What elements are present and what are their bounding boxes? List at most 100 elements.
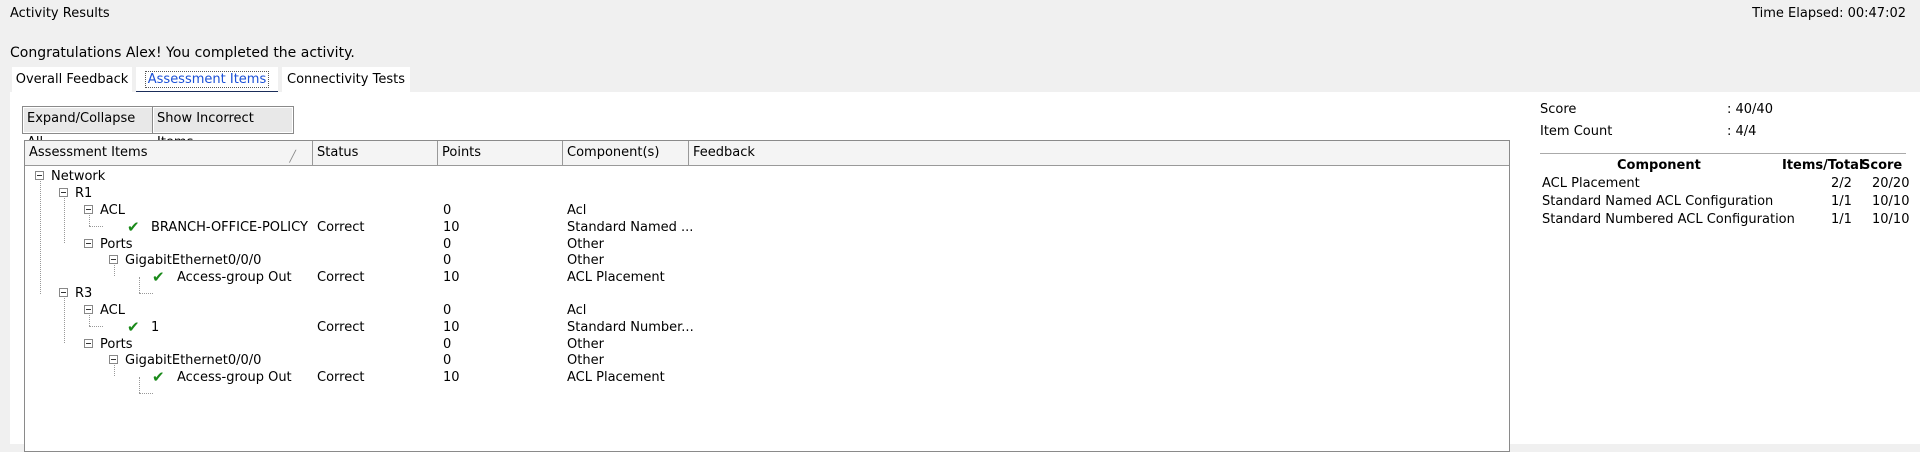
tree-row[interactable]: ✔ Access-group Out Correct 10 ACL Placem… [25, 369, 1509, 386]
collapse-icon[interactable] [109, 355, 118, 364]
completion-message: Congratulations Alex! You completed the … [10, 45, 355, 61]
points-cell: 0 [443, 253, 452, 268]
points-cell: 10 [443, 270, 460, 285]
collapse-icon[interactable] [59, 288, 68, 297]
status-cell: Correct [317, 320, 365, 335]
tab-assessment-items[interactable]: Assessment Items [136, 67, 278, 95]
component-cell: ACL Placement [567, 370, 665, 385]
tab-label: Assessment Items [144, 71, 270, 88]
show-incorrect-items-button[interactable]: Show Incorrect Items [152, 106, 294, 150]
tree-row[interactable]: ✔ 1 Correct 10 Standard Number... [25, 319, 1509, 336]
collapse-icon[interactable] [35, 171, 44, 180]
item-name: R3 [75, 286, 93, 301]
column-label: Component(s) [567, 145, 660, 160]
tree-row[interactable]: ✔ Access-group Out Correct 10 ACL Placem… [25, 269, 1509, 286]
column-header-feedback[interactable]: Feedback [689, 141, 1509, 165]
column-header-assessment-items[interactable]: Assessment Items ╱ [25, 141, 313, 165]
points-cell: 10 [443, 370, 460, 385]
tree-row[interactable]: Network [25, 168, 1509, 185]
component-items: 2/2 [1831, 176, 1852, 191]
component-cell: Other [567, 353, 604, 368]
tree-row[interactable]: Ports 0 Other [25, 236, 1509, 253]
divider [1540, 153, 1906, 154]
tab-label: Connectivity Tests [287, 72, 405, 87]
component-cell: Other [567, 337, 604, 352]
component-score: 10/10 [1872, 212, 1910, 227]
tree-row[interactable]: ACL 0 Acl [25, 302, 1509, 319]
score-label: Score [1540, 102, 1577, 117]
time-elapsed: Time Elapsed: 00:47:02 [1752, 6, 1906, 21]
column-header-status[interactable]: Status [313, 141, 438, 165]
points-cell: 10 [443, 320, 460, 335]
component-cell: Acl [567, 203, 587, 218]
score-header: Score [1861, 158, 1903, 173]
collapse-icon[interactable] [59, 188, 68, 197]
tab-connectivity-tests[interactable]: Connectivity Tests [282, 67, 410, 92]
collapse-icon[interactable] [84, 305, 93, 314]
tree-row[interactable]: R3 [25, 285, 1509, 302]
expand-collapse-all-button[interactable]: Expand/Collapse All [22, 106, 154, 150]
item-name: Access-group Out [177, 370, 292, 385]
component-name: ACL Placement [1542, 176, 1640, 191]
status-cell: Correct [317, 270, 365, 285]
tree-row[interactable]: GigabitEthernet0/0/0 0 Other [25, 252, 1509, 269]
component-header: Component [1617, 158, 1701, 173]
tree-row[interactable]: ACL 0 Acl [25, 202, 1509, 219]
table-header: Assessment Items ╱ Status Points Componen… [25, 141, 1509, 166]
points-cell: 0 [443, 337, 452, 352]
component-cell: Standard Named ... [567, 220, 694, 235]
column-header-components[interactable]: Component(s) [563, 141, 689, 165]
collapse-icon[interactable] [109, 255, 118, 264]
item-name: Ports [100, 337, 133, 352]
points-cell: 0 [443, 237, 452, 252]
component-name: Standard Numbered ACL Configuration [1542, 212, 1795, 227]
checkmark-icon: ✔ [127, 218, 140, 236]
tree-row[interactable]: Ports 0 Other [25, 336, 1509, 353]
item-name: R1 [75, 186, 93, 201]
component-score: 20/20 [1872, 176, 1910, 191]
score-value: : 40/40 [1727, 102, 1773, 117]
component-cell: Acl [567, 303, 587, 318]
tree-row[interactable]: GigabitEthernet0/0/0 0 Other [25, 352, 1509, 369]
points-cell: 0 [443, 353, 452, 368]
item-name: 1 [151, 320, 160, 335]
component-cell: Other [567, 237, 604, 252]
points-cell: 10 [443, 220, 460, 235]
sort-icon: ╱ [289, 150, 296, 163]
collapse-icon[interactable] [84, 205, 93, 214]
status-cell: Correct [317, 370, 365, 385]
tab-overall-feedback[interactable]: Overall Feedback [12, 67, 132, 92]
item-count-label: Item Count [1540, 124, 1613, 139]
items-total-header: Items/Total [1782, 158, 1864, 173]
tab-label: Overall Feedback [15, 72, 129, 87]
collapse-icon[interactable] [84, 339, 93, 348]
column-label: Status [317, 145, 359, 160]
item-count-value: : 4/4 [1727, 124, 1757, 139]
assessment-tree-table: Assessment Items ╱ Status Points Componen… [24, 140, 1510, 452]
collapse-icon[interactable] [84, 239, 93, 248]
checkmark-icon: ✔ [127, 318, 140, 336]
column-label: Points [442, 145, 482, 160]
component-cell: ACL Placement [567, 270, 665, 285]
item-name: Ports [100, 237, 133, 252]
column-header-points[interactable]: Points [438, 141, 563, 165]
component-cell: Other [567, 253, 604, 268]
column-label: Assessment Items [29, 145, 148, 160]
column-label: Feedback [693, 145, 755, 160]
assessment-panel: Expand/Collapse All Show Incorrect Items… [10, 92, 1920, 452]
status-cell: Correct [317, 220, 365, 235]
item-name: GigabitEthernet0/0/0 [125, 353, 262, 368]
checkmark-icon: ✔ [152, 368, 165, 386]
component-items: 1/1 [1831, 194, 1852, 209]
checkmark-icon: ✔ [152, 268, 165, 286]
component-name: Standard Named ACL Configuration [1542, 194, 1774, 209]
item-name: Network [51, 169, 106, 184]
component-score: 10/10 [1872, 194, 1910, 209]
component-cell: Standard Number... [567, 320, 694, 335]
item-name: BRANCH-OFFICE-POLICY [151, 220, 308, 235]
component-items: 1/1 [1831, 212, 1852, 227]
item-name: ACL [100, 203, 125, 218]
tree-row[interactable]: R1 [25, 185, 1509, 202]
tree-row[interactable]: ✔ BRANCH-OFFICE-POLICY Correct 10 Standa… [25, 219, 1509, 236]
item-name: GigabitEthernet0/0/0 [125, 253, 262, 268]
